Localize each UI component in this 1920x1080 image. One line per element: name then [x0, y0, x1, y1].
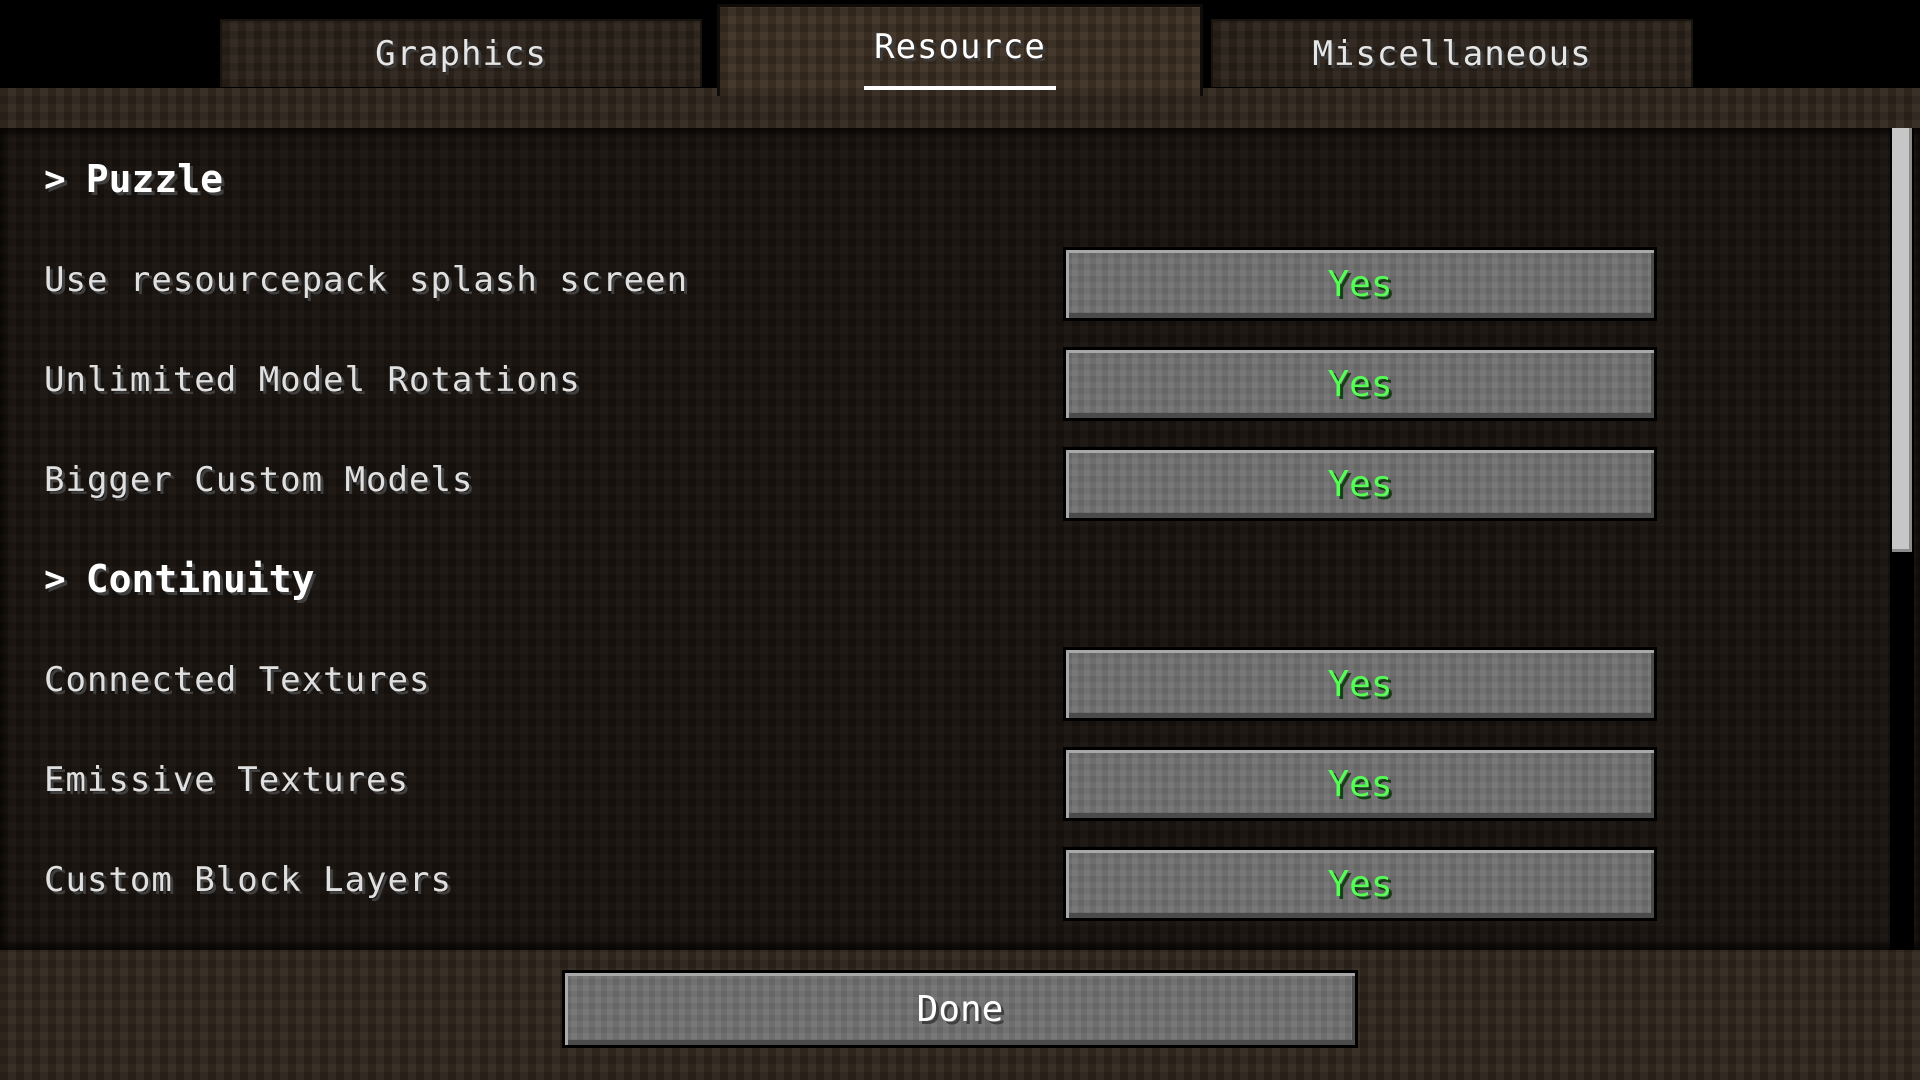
tab-miscellaneous-label: Miscellaneous	[1312, 34, 1592, 74]
toggle-bigger-models-button[interactable]: Yes	[1063, 447, 1657, 521]
tab-graphics[interactable]: Graphics	[220, 19, 702, 87]
tab-graphics-label: Graphics	[375, 34, 547, 74]
chevron-right-icon: >	[44, 558, 66, 600]
section-header-puzzle[interactable]: > Puzzle	[44, 154, 223, 204]
tab-resource[interactable]: Resource	[717, 4, 1203, 96]
tab-resource-label: Resource	[874, 27, 1046, 67]
done-button-label: Done	[916, 988, 1004, 1030]
tab-miscellaneous[interactable]: Miscellaneous	[1211, 19, 1693, 87]
active-tab-indicator	[864, 86, 1056, 90]
toggle-value: Yes	[1327, 263, 1393, 305]
options-screen: Graphics Resource Miscellaneous > Puzzle…	[0, 0, 1920, 1080]
toggle-value: Yes	[1327, 863, 1393, 905]
toggle-emissive-textures-button[interactable]: Yes	[1063, 747, 1657, 821]
toggle-splash-screen-button[interactable]: Yes	[1063, 247, 1657, 321]
toggle-value: Yes	[1327, 663, 1393, 705]
option-label: Connected Textures	[44, 660, 431, 700]
scrollbar-thumb[interactable]	[1892, 128, 1912, 552]
section-header-continuity[interactable]: > Continuity	[44, 554, 314, 604]
chevron-right-icon: >	[44, 158, 66, 200]
toggle-custom-block-layers-button[interactable]: Yes	[1063, 847, 1657, 921]
done-button[interactable]: Done	[562, 970, 1358, 1048]
option-label: Use resourcepack splash screen	[44, 260, 689, 300]
toggle-unlimited-rotations-button[interactable]: Yes	[1063, 347, 1657, 421]
section-title-continuity: Continuity	[85, 557, 315, 601]
toggle-value: Yes	[1327, 763, 1393, 805]
section-title-puzzle: Puzzle	[85, 157, 223, 201]
toggle-value: Yes	[1327, 363, 1393, 405]
option-label: Emissive Textures	[44, 760, 409, 800]
option-label: Bigger Custom Models	[44, 460, 474, 500]
toggle-connected-textures-button[interactable]: Yes	[1063, 647, 1657, 721]
option-label: Unlimited Model Rotations	[44, 360, 581, 400]
option-label: Custom Block Layers	[44, 860, 452, 900]
toggle-value: Yes	[1327, 463, 1393, 505]
